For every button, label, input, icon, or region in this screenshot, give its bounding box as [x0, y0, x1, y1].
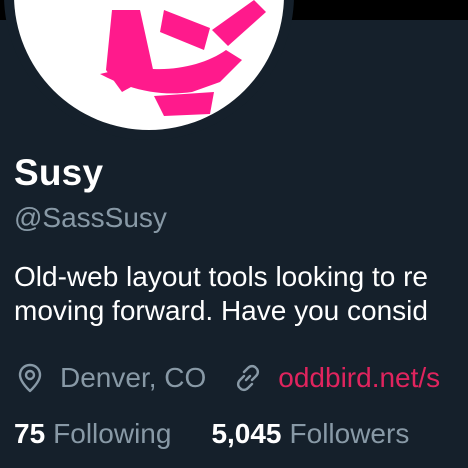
followers-label[interactable]: Followers — [290, 418, 410, 449]
following-label[interactable]: Following — [53, 418, 171, 449]
location-item: Denver, CO — [14, 362, 206, 394]
location-text: Denver, CO — [60, 362, 207, 393]
website-item[interactable]: oddbird.net/s — [232, 362, 440, 394]
profile-meta: Denver, CO oddbird.net/s — [14, 360, 440, 396]
followers-stat[interactable]: 5,045 Followers — [211, 418, 409, 450]
bio-line: moving forward. Have you consid — [14, 295, 428, 326]
user-handle: @SassSusy — [14, 202, 167, 233]
avatar-image — [14, 0, 284, 130]
following-count[interactable]: 75 — [14, 418, 45, 449]
website-link[interactable]: oddbird.net/s — [278, 362, 440, 394]
followers-count[interactable]: 5,045 — [211, 418, 281, 449]
profile-stats: 75 Following 5,045 Followers — [14, 418, 409, 450]
location-pin-icon — [18, 363, 42, 393]
profile-bio: Old-web layout tools looking to re movin… — [14, 260, 468, 328]
display-name: Susy — [14, 152, 104, 193]
bio-line: Old-web layout tools looking to re — [14, 261, 428, 292]
profile-avatar[interactable] — [4, 0, 294, 140]
following-stat[interactable]: 75 Following — [14, 418, 171, 450]
link-icon — [237, 364, 260, 392]
susy-logo-icon — [100, 0, 266, 116]
